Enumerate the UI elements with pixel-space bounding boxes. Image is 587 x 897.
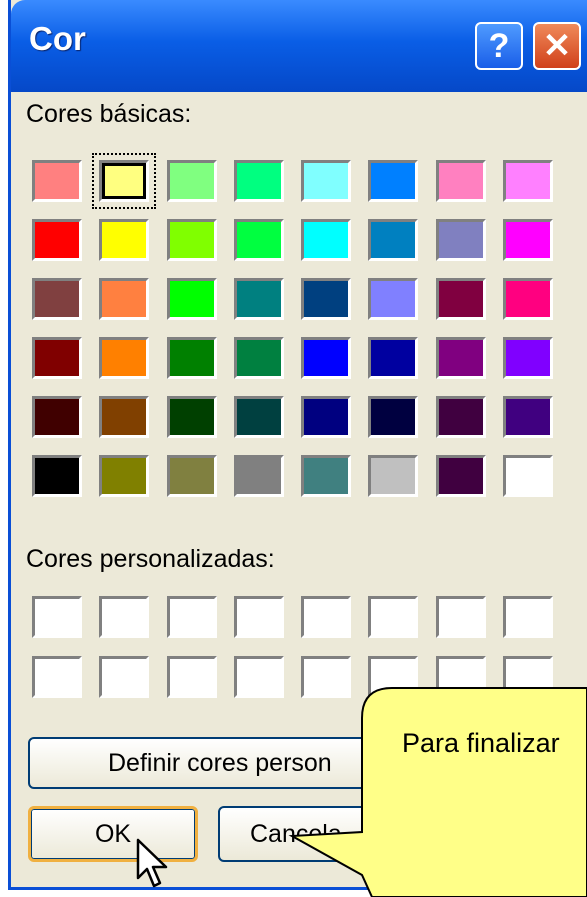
mouse-pointer-icon: [136, 838, 168, 888]
tooltip-text: Para finalizar: [402, 728, 560, 758]
tooltip-balloon: [288, 687, 587, 897]
